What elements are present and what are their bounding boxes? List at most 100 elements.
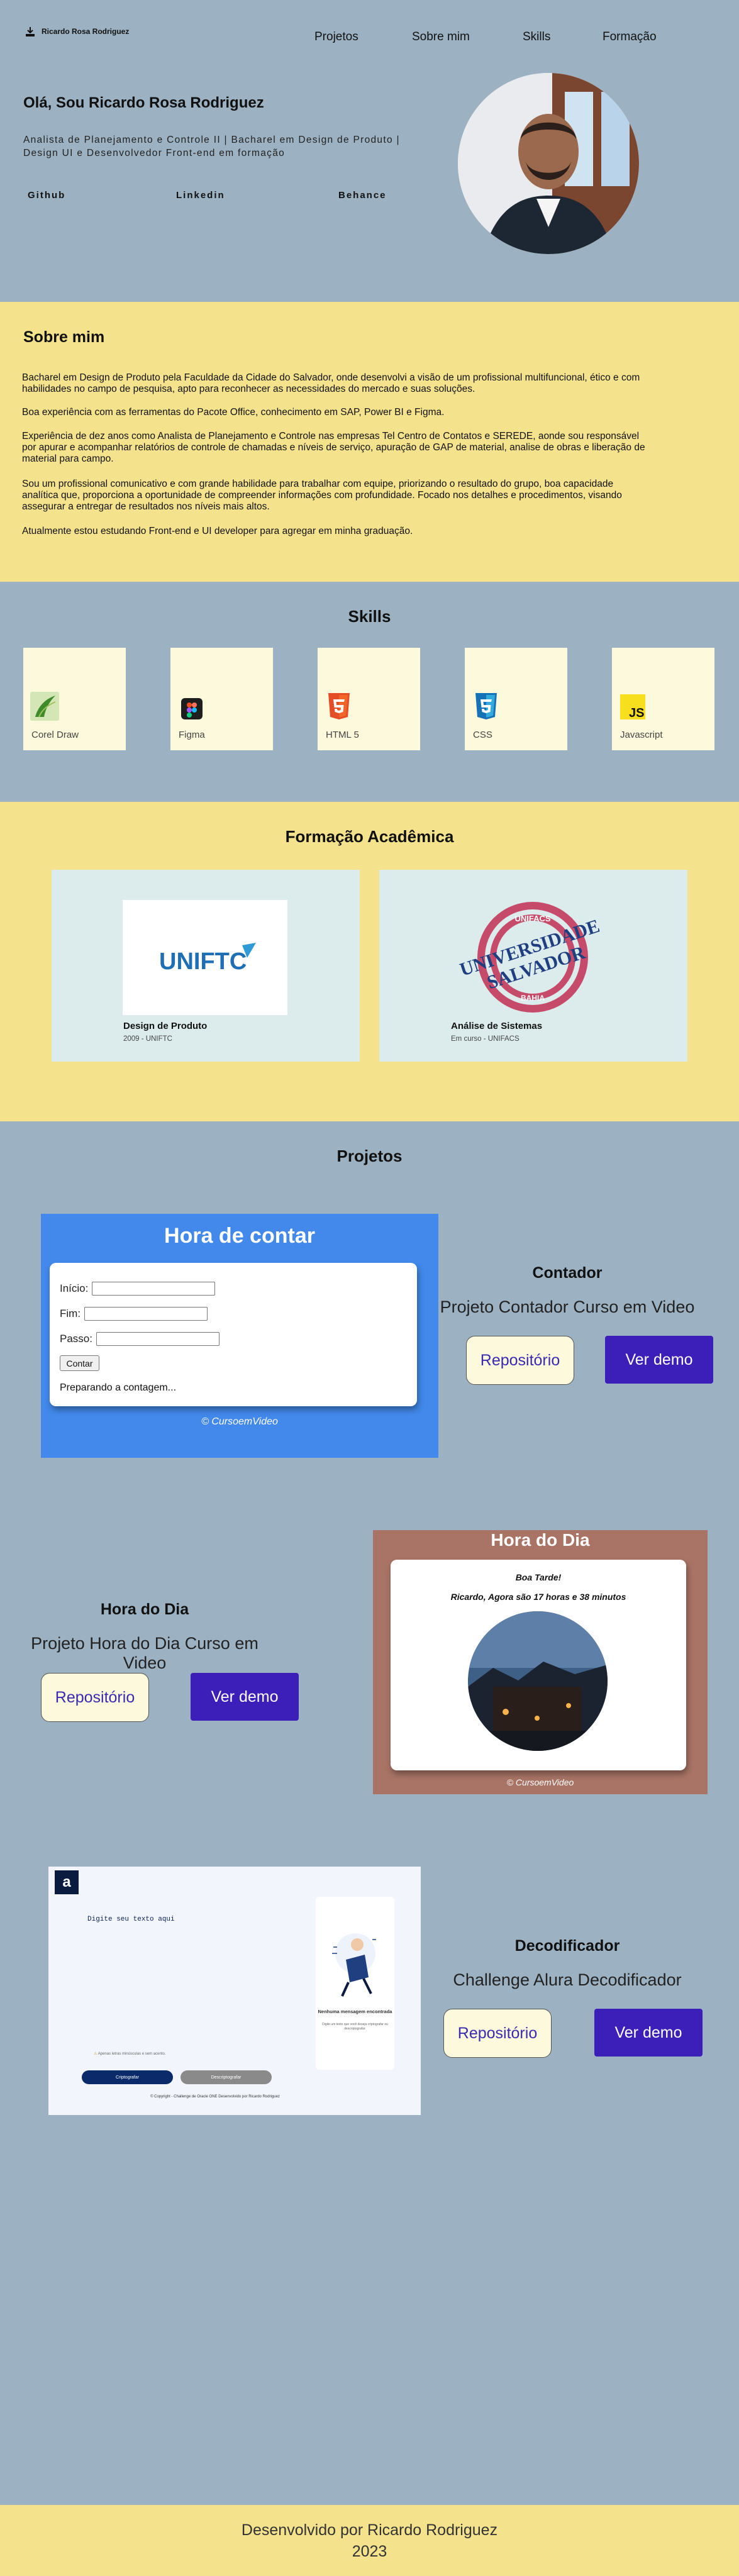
skill-card-javascript: JS Javascript xyxy=(612,648,714,750)
warning-text: ⚠ Apenas letras minúsculas e sem acento. xyxy=(94,2051,165,2056)
about-section: Sobre mim Bacharel em Design de Produto … xyxy=(0,302,739,582)
preview-card: Início: Fim: Passo: Contar Preparando a … xyxy=(50,1263,417,1406)
footer-credit: Desenvolvido por Ricardo Rodriguez xyxy=(241,2521,498,2539)
svg-text:JS: JS xyxy=(629,706,644,720)
download-icon xyxy=(26,27,35,36)
page-footer: Desenvolvido por Ricardo Rodriguez 2023 xyxy=(0,2505,739,2576)
skill-label: Corel Draw xyxy=(31,730,79,740)
about-paragraph: Boa experiência com as ferramentas do Pa… xyxy=(22,407,445,418)
illustration-icon xyxy=(332,1933,376,1997)
css3-icon xyxy=(475,693,497,719)
field-label: Fim: xyxy=(60,1307,81,1319)
preview-footer: © CursoemVideo xyxy=(506,1777,574,1787)
html5-icon xyxy=(328,693,350,719)
project-title: Contador xyxy=(532,1264,603,1282)
nav-formacao[interactable]: Formação xyxy=(603,30,657,44)
skill-card-figma: Figma xyxy=(170,648,273,750)
about-paragraph: Experiência de dez anos como Analista de… xyxy=(22,431,645,464)
skill-label: CSS xyxy=(473,730,492,740)
skill-card-html5: HTML 5 xyxy=(318,648,420,750)
github-link[interactable]: Github xyxy=(28,190,65,201)
skill-label: HTML 5 xyxy=(326,730,359,740)
projects-title: Projetos xyxy=(336,1146,403,1165)
behance-link[interactable]: Behance xyxy=(338,190,387,201)
linkedin-link[interactable]: Linkedin xyxy=(176,190,225,201)
hero-title: Olá, Sou Ricardo Rosa Rodriguez xyxy=(23,94,264,111)
skill-card-css: CSS xyxy=(465,648,567,750)
skill-label: Javascript xyxy=(620,730,663,740)
preview-title: Hora de contar xyxy=(164,1224,315,1248)
uniftc-wordmark: UNIFTC xyxy=(159,948,247,975)
preview-footer: © CursoemVideo xyxy=(201,1416,278,1427)
about-paragraph: Bacharel em Design de Produto pela Facul… xyxy=(22,372,640,394)
field-label: Passo: xyxy=(60,1333,92,1345)
skill-card-coreldraw: Corel Draw xyxy=(23,648,126,750)
field-passo: Passo: xyxy=(60,1332,219,1346)
education-section: Formação Acadêmica UNIFTC Design de Prod… xyxy=(0,802,739,1121)
project-title: Decodificador xyxy=(514,1937,620,1955)
project-preview-decodificador[interactable]: a Digite seu texto aqui Nenhuma mensagem… xyxy=(48,1867,421,2115)
about-title: Sobre mim xyxy=(23,328,105,346)
demo-button[interactable]: Ver demo xyxy=(594,2009,703,2057)
brand-name: Ricardo Rosa Rodriguez xyxy=(42,27,130,36)
unifacs-top: UNIFACS xyxy=(514,914,550,923)
education-title: Formação Acadêmica xyxy=(285,827,454,846)
empty-title: Nenhuma mensagem encontrada xyxy=(318,2009,392,2014)
education-card: UNIFTC Design de Produto 2009 - UNIFTC xyxy=(52,870,360,1062)
nav-sobre-mim[interactable]: Sobre mim xyxy=(412,30,470,44)
avatar xyxy=(458,73,639,254)
education-card: UNIFACS UNIVERSIDADE SALVADOR BAHIA Anál… xyxy=(379,870,687,1062)
warning-icon: ⚠ xyxy=(94,2052,97,2056)
uniftc-logo: UNIFTC xyxy=(123,900,287,1015)
empty-description: Digite um texto que você deseja criptogr… xyxy=(322,2023,388,2031)
repo-button[interactable]: Repositório xyxy=(41,1673,149,1722)
nav-projetos[interactable]: Projetos xyxy=(314,30,358,44)
decrypt-button[interactable]: Descriptografar xyxy=(181,2070,272,2084)
figma-icon xyxy=(181,698,203,719)
javascript-icon: JS xyxy=(620,694,645,720)
education-title-item: Análise de Sistemas xyxy=(451,1021,543,1031)
skills-section: Skills Corel Draw Figma HTML 5 CSS JS Ja… xyxy=(0,582,739,802)
inicio-input[interactable] xyxy=(92,1282,216,1296)
contar-button[interactable]: Contar xyxy=(60,1355,99,1371)
demo-button[interactable]: Ver demo xyxy=(605,1336,713,1384)
project-title: Hora do Dia xyxy=(100,1601,189,1618)
credit-text: © Copyright - Challenge de Oracle ONE De… xyxy=(150,2095,280,2099)
field-fim: Fim: xyxy=(60,1307,208,1321)
nav-skills[interactable]: Skills xyxy=(523,30,550,44)
field-label: Início: xyxy=(60,1282,89,1294)
field-inicio: Início: xyxy=(60,1282,216,1296)
repo-button[interactable]: Repositório xyxy=(466,1336,574,1385)
preview-title: Hora do Dia xyxy=(491,1530,590,1550)
time-text: Ricardo, Agora são 17 horas e 38 minutos xyxy=(450,1592,626,1602)
education-meta: 2009 - UNIFTC xyxy=(123,1035,172,1043)
project-subtitle: Projeto Contador Curso em Video xyxy=(440,1297,695,1316)
footer-year: 2023 xyxy=(352,2543,387,2560)
projects-section: Projetos Hora de contar Início: Fim: Pas… xyxy=(0,1121,739,2505)
encrypt-button[interactable]: Criptografar xyxy=(82,2070,173,2084)
preview-card: Boa Tarde! Ricardo, Agora são 17 horas e… xyxy=(391,1560,686,1770)
demo-button[interactable]: Ver demo xyxy=(191,1673,299,1721)
unifacs-bottom: BAHIA xyxy=(521,994,545,1002)
evening-photo xyxy=(468,1611,608,1751)
passo-input[interactable] xyxy=(96,1332,219,1346)
fim-input[interactable] xyxy=(84,1307,208,1321)
skills-title: Skills xyxy=(348,607,391,626)
repo-button[interactable]: Repositório xyxy=(443,2009,552,2058)
project-preview-hora-do-dia[interactable]: Hora do Dia Boa Tarde! Ricardo, Agora sã… xyxy=(373,1530,708,1794)
unifacs-logo: UNIFACS UNIVERSIDADE SALVADOR BAHIA xyxy=(450,900,615,1015)
hero-subtitle: Analista de Planejamento e Controle II |… xyxy=(23,135,400,158)
project-subtitle: Challenge Alura Decodificador xyxy=(453,1970,682,1989)
project-preview-contador[interactable]: Hora de contar Início: Fim: Passo: Conta… xyxy=(41,1214,438,1458)
brand[interactable]: Ricardo Rosa Rodriguez xyxy=(25,26,129,36)
project-subtitle: Projeto Hora do Dia Curso em Video xyxy=(31,1634,258,1672)
skill-label: Figma xyxy=(179,730,205,740)
hero-header: Ricardo Rosa Rodriguez Projetos Sobre mi… xyxy=(0,0,739,302)
warning-label: Apenas letras minúsculas e sem acento. xyxy=(97,2052,166,2056)
greeting-text: Boa Tarde! xyxy=(515,1572,562,1582)
text-area-placeholder[interactable]: Digite seu texto aqui xyxy=(87,1916,175,1923)
status-text: Preparando a contagem... xyxy=(60,1382,177,1393)
education-title-item: Design de Produto xyxy=(123,1021,208,1031)
about-paragraph: Atualmente estou estudando Front-end e U… xyxy=(22,526,413,536)
coreldraw-icon xyxy=(30,692,59,721)
